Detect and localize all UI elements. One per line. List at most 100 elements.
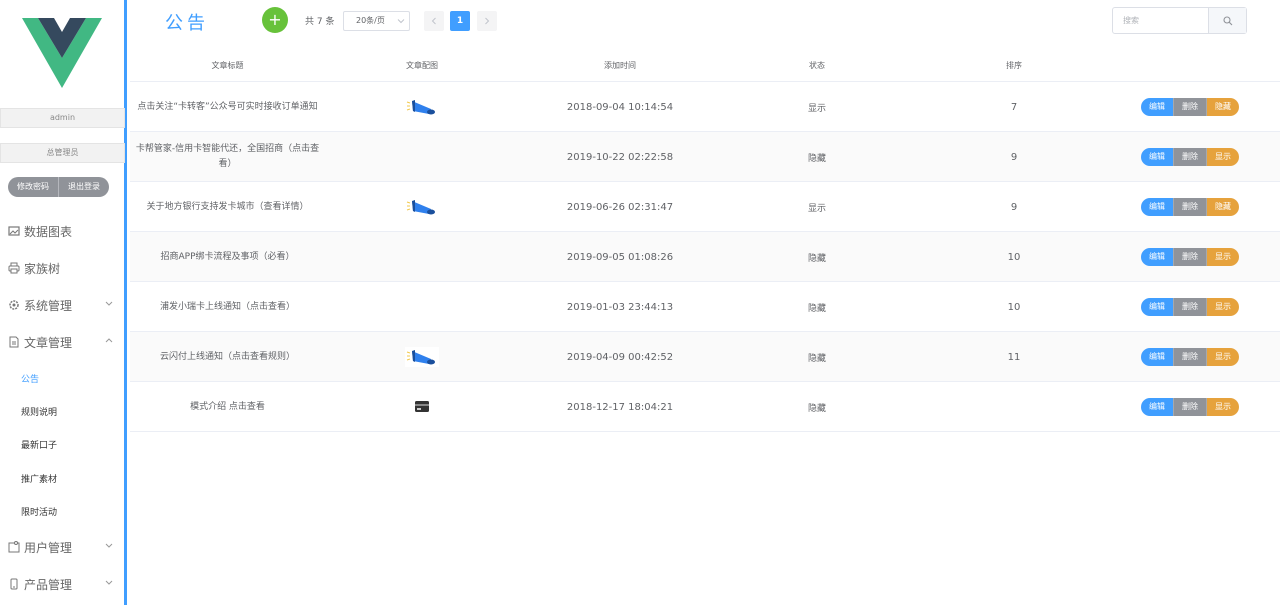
row-status: 隐藏: [807, 353, 826, 364]
row-title[interactable]: 点击关注“卡转客”公众号可实时接收订单通知: [130, 82, 325, 132]
add-button[interactable]: +: [262, 7, 288, 33]
column-header-time: 添加时间: [604, 61, 636, 70]
page-size-select[interactable]: 20条/页: [343, 11, 410, 31]
logout-button[interactable]: 退出登录: [59, 177, 109, 197]
menu-item-users[interactable]: 用户管理: [8, 537, 118, 557]
edit-button[interactable]: 编辑: [1141, 398, 1173, 416]
submenu-item-announcement[interactable]: 公告: [21, 372, 39, 385]
chevron-down-icon: [105, 580, 113, 585]
row-title[interactable]: 云闪付上线通知（点击查看规则）: [130, 332, 325, 382]
table-header: 文章标题 文章配图 添加时间 状态 排序: [130, 56, 1280, 82]
row-title[interactable]: 浦发小瑞卡上线通知（点击查看）: [130, 282, 325, 332]
row-actions: 编辑 删除 显示: [1141, 382, 1252, 432]
document-icon: [9, 336, 19, 348]
row-actions: 编辑 删除 显示: [1141, 332, 1252, 382]
delete-button[interactable]: 删除: [1173, 148, 1207, 166]
delete-button[interactable]: 删除: [1173, 248, 1207, 266]
table-row: 云闪付上线通知（点击查看规则） 2019-04-09 00:42:52 隐藏 1…: [130, 332, 1280, 382]
row-status: 显示: [807, 203, 826, 214]
toggle-visibility-button[interactable]: 显示: [1207, 148, 1239, 166]
delete-button[interactable]: 删除: [1173, 298, 1207, 316]
toggle-visibility-button[interactable]: 显示: [1207, 298, 1239, 316]
row-time: 2019-01-03 23:44:13: [566, 301, 674, 313]
menu-item-label: 产品管理: [24, 577, 73, 592]
megaphone-image: [405, 347, 439, 367]
prev-page-button[interactable]: [424, 11, 444, 31]
menu-item-articles[interactable]: 文章管理: [8, 332, 118, 352]
row-time: 2019-10-22 02:22:58: [566, 151, 674, 163]
username-box: admin: [0, 108, 125, 128]
row-status: 显示: [807, 103, 826, 114]
toggle-visibility-button[interactable]: 显示: [1207, 348, 1239, 366]
delete-button[interactable]: 删除: [1173, 348, 1207, 366]
user-card-icon: [8, 541, 20, 553]
row-time: 2019-06-26 02:31:47: [566, 201, 674, 213]
row-status: 隐藏: [807, 303, 826, 314]
edit-button[interactable]: 编辑: [1141, 98, 1173, 116]
column-header-title: 文章标题: [211, 61, 244, 70]
toggle-visibility-button[interactable]: 隐藏: [1207, 198, 1239, 216]
toggle-visibility-button[interactable]: 显示: [1207, 398, 1239, 416]
toggle-visibility-button[interactable]: 隐藏: [1207, 98, 1239, 116]
row-image-cell: [370, 382, 474, 432]
menu-item-charts[interactable]: 数据图表: [8, 221, 118, 241]
row-sort: [964, 382, 1064, 432]
edit-button[interactable]: 编辑: [1141, 348, 1173, 366]
row-time: 2019-09-05 01:08:26: [566, 251, 674, 263]
menu-item-label: 家族树: [24, 261, 61, 276]
edit-button[interactable]: 编辑: [1141, 148, 1173, 166]
delete-button[interactable]: 删除: [1173, 198, 1207, 216]
table-row: 关于地方银行支持发卡城市（查看详情） 2019-06-26 02:31:47 显…: [130, 182, 1280, 232]
edit-button[interactable]: 编辑: [1141, 298, 1173, 316]
change-password-button[interactable]: 修改密码: [8, 177, 59, 197]
megaphone-image: [406, 100, 435, 115]
row-time: 2019-04-09 00:42:52: [566, 351, 674, 363]
edit-button[interactable]: 编辑: [1141, 198, 1173, 216]
page-number-current[interactable]: 1: [450, 11, 470, 31]
submenu-item-rules[interactable]: 规则说明: [21, 405, 57, 418]
chevron-left-icon: [431, 17, 436, 25]
table-row: 卡帮管家-信用卡智能代还，全国招商（点击查看） 2019-10-22 02:22…: [130, 132, 1280, 182]
submenu-item-limited-events[interactable]: 限时活动: [21, 505, 57, 518]
edit-button[interactable]: 编辑: [1141, 248, 1173, 266]
next-page-button[interactable]: [477, 11, 497, 31]
row-status: 隐藏: [807, 153, 826, 164]
row-actions: 编辑 删除 隐藏: [1141, 182, 1252, 232]
delete-button[interactable]: 删除: [1173, 398, 1207, 416]
search-box: [1112, 7, 1247, 34]
submenu-item-promotion[interactable]: 推广素材: [21, 472, 57, 485]
row-image-cell: [370, 82, 474, 132]
column-header-status: 状态: [809, 61, 825, 70]
page-size-value: 20条/页: [356, 16, 385, 25]
toggle-visibility-button[interactable]: 显示: [1207, 248, 1239, 266]
card-image: [415, 401, 429, 412]
menu-item-family-tree[interactable]: 家族树: [8, 258, 118, 278]
row-title[interactable]: 卡帮管家-信用卡智能代还，全国招商（点击查看）: [130, 132, 325, 182]
chevron-up-icon: [105, 338, 113, 343]
row-image-cell: [370, 182, 474, 232]
menu-item-products[interactable]: 产品管理: [8, 574, 118, 594]
sidebar: admin 总管理员 修改密码 退出登录 数据图表 家族树 系统管理 文章管理 …: [0, 0, 127, 605]
total-count: 共 7 条: [305, 17, 335, 27]
row-sort: 9: [1010, 201, 1018, 213]
row-sort: 9: [1010, 151, 1018, 163]
menu-item-system[interactable]: 系统管理: [8, 295, 118, 315]
delete-button[interactable]: 删除: [1173, 98, 1207, 116]
row-time: 2018-09-04 10:14:54: [566, 101, 674, 113]
submenu-item-latest[interactable]: 最新口子: [21, 438, 57, 451]
row-title[interactable]: 招商APP绑卡流程及事项（必看）: [130, 232, 325, 282]
table-row: 浦发小瑞卡上线通知（点击查看） 2019-01-03 23:44:13 隐藏 1…: [130, 282, 1280, 332]
row-time: 2018-12-17 18:04:21: [566, 401, 674, 413]
row-status: 隐藏: [807, 403, 826, 414]
row-sort: 7: [1010, 101, 1018, 113]
row-title[interactable]: 关于地方银行支持发卡城市（查看详情）: [130, 182, 325, 232]
app: admin 总管理员 修改密码 退出登录 数据图表 家族树 系统管理 文章管理 …: [0, 0, 1280, 605]
row-sort: 10: [1007, 251, 1021, 263]
row-sort: 11: [1007, 351, 1021, 363]
table-row: 模式介绍 点击查看 2018-12-17 18:04:21 隐藏 编辑 删除 显…: [130, 382, 1280, 432]
page-title: 公告: [165, 13, 209, 34]
row-title[interactable]: 模式介绍 点击查看: [130, 382, 325, 432]
search-button[interactable]: [1208, 8, 1246, 33]
account-button-group: 修改密码 退出登录: [8, 177, 109, 197]
search-input[interactable]: [1113, 8, 1209, 33]
